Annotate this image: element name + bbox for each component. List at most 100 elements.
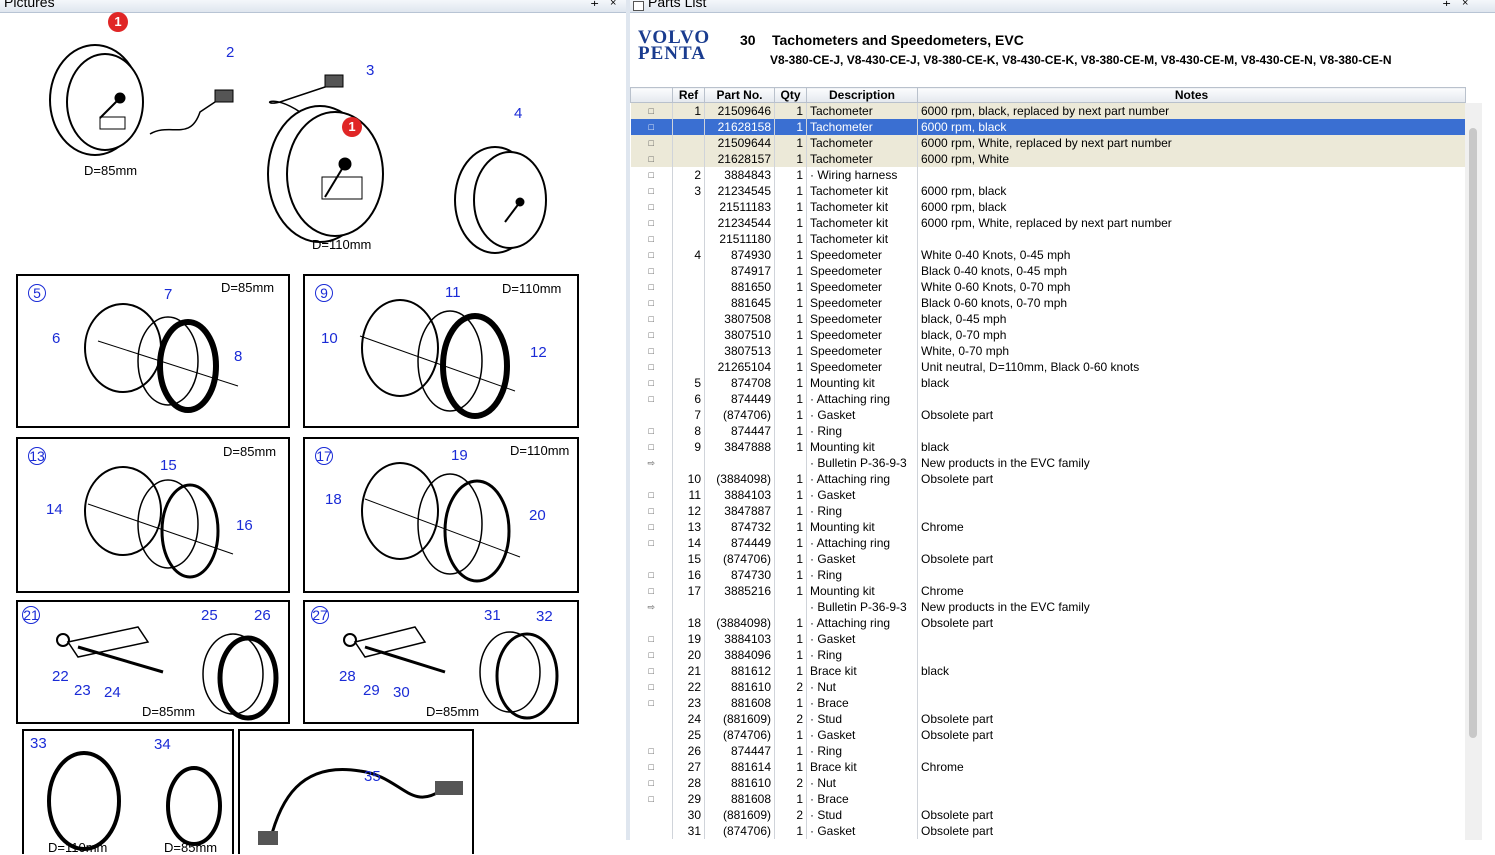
mark-icon[interactable]: □ (630, 535, 673, 551)
mark-icon[interactable]: □ (630, 791, 673, 807)
mark-icon[interactable]: □ (630, 199, 673, 215)
table-row[interactable]: □ 21 881612 1 Brace kit black (630, 663, 1466, 679)
table-row[interactable]: □ 1 21509646 1 Tachometer 6000 rpm, black, re… (630, 102, 1466, 119)
table-row[interactable]: □ 27 881614 1 Brace kit Chrome (630, 759, 1466, 775)
table-row[interactable]: 10 (3884098) 1 · Attaching ring Obsolete par… (630, 471, 1466, 487)
mark-icon[interactable]: □ (630, 359, 673, 375)
mark-icon[interactable]: □ (630, 775, 673, 791)
mark-icon[interactable]: □ (630, 263, 673, 279)
table-row[interactable]: 7 (874706) 1 · Gasket Obsolete part (630, 407, 1466, 423)
table-row[interactable]: □ 21265104 1 Speedometer Unit neutral, D=110… (630, 359, 1466, 375)
mark-icon[interactable]: □ (630, 503, 673, 519)
scrollbar-thumb[interactable] (1469, 128, 1477, 738)
table-row[interactable]: □ 881645 1 Speedometer Black 0-60 knots, 0-7… (630, 295, 1466, 311)
column-header-mark[interactable] (630, 87, 673, 103)
table-row[interactable]: □ 16 874730 1 · Ring (630, 567, 1466, 583)
mark-icon[interactable]: □ (630, 327, 673, 343)
table-row[interactable]: □ 21511180 1 Tachometer kit (630, 231, 1466, 247)
table-row[interactable]: 24 (881609) 2 · Stud Obsolete part (630, 711, 1466, 727)
mark-icon[interactable]: □ (630, 679, 673, 695)
table-row[interactable]: □ 874917 1 Speedometer Black 0-40 knots, 0-4… (630, 263, 1466, 279)
table-row[interactable]: □ 11 3884103 1 · Gasket (630, 487, 1466, 503)
mark-icon[interactable]: □ (630, 423, 673, 439)
table-row[interactable]: □ 3807508 1 Speedometer black, 0-45 mph (630, 311, 1466, 327)
table-row[interactable]: □ 23 881608 1 · Brace (630, 695, 1466, 711)
table-row[interactable]: □ 14 874449 1 · Attaching ring (630, 535, 1466, 551)
table-row[interactable]: □ 6 874449 1 · Attaching ring (630, 391, 1466, 407)
mark-icon[interactable]: □ (630, 391, 673, 407)
mark-icon[interactable] (630, 551, 673, 567)
table-row[interactable]: □ 19 3884103 1 · Gasket (630, 631, 1466, 647)
mark-icon[interactable]: □ (630, 311, 673, 327)
mark-icon[interactable]: □ (630, 583, 673, 599)
mark-icon[interactable]: □ (630, 215, 673, 231)
pin-icon[interactable]: ∓ (590, 0, 599, 9)
table-row[interactable]: □ 2 3884843 1 · Wiring harness (630, 167, 1466, 183)
table-row[interactable]: □ 5 874708 1 Mounting kit black (630, 375, 1466, 391)
column-header-ref[interactable]: Ref (672, 87, 705, 103)
mark-icon[interactable]: □ (630, 295, 673, 311)
mark-icon[interactable]: □ (630, 567, 673, 583)
table-row[interactable]: □ 20 3884096 1 · Ring (630, 647, 1466, 663)
mark-icon[interactable] (630, 807, 673, 823)
mark-icon[interactable]: □ (630, 167, 673, 183)
table-row[interactable]: □ 21628157 1 Tachometer 6000 rpm, White (630, 151, 1466, 167)
column-header-description[interactable]: Description (806, 87, 918, 103)
table-row[interactable]: □ 17 3885216 1 Mounting kit Chrome (630, 583, 1466, 599)
mark-icon[interactable]: □ (630, 151, 673, 167)
table-row[interactable]: □ 26 874447 1 · Ring (630, 743, 1466, 759)
mark-icon[interactable]: □ (630, 119, 673, 135)
table-row[interactable]: □ 3 21234545 1 Tachometer kit 6000 rpm, black (630, 183, 1466, 199)
table-row[interactable]: □ 4 874930 1 Speedometer White 0-40 Knots, 0-… (630, 247, 1466, 263)
mark-icon[interactable] (630, 615, 673, 631)
table-row[interactable]: □ 3807510 1 Speedometer black, 0-70 mph (630, 327, 1466, 343)
table-row[interactable]: □ 9 3847888 1 Mounting kit black (630, 439, 1466, 455)
table-row[interactable]: ⇨ · Bulletin P-36-9-3 New products in the … (630, 455, 1466, 471)
table-row[interactable]: □ 21628158 1 Tachometer 6000 rpm, black (630, 119, 1466, 135)
table-row[interactable]: ⇨ · Bulletin P-36-9-3 New products in the … (630, 599, 1466, 615)
mark-icon[interactable] (630, 711, 673, 727)
mark-icon[interactable] (630, 727, 673, 743)
table-row[interactable]: □ 21509644 1 Tachometer 6000 rpm, White, rep… (630, 135, 1466, 151)
table-row[interactable]: 15 (874706) 1 · Gasket Obsolete part (630, 551, 1466, 567)
mark-icon[interactable]: □ (630, 231, 673, 247)
mark-icon[interactable]: ⇨ (630, 599, 673, 615)
mark-icon[interactable] (630, 471, 673, 487)
mark-icon[interactable] (630, 823, 673, 839)
mark-icon[interactable]: ⇨ (630, 455, 673, 471)
mark-icon[interactable]: □ (630, 439, 673, 455)
table-row[interactable]: 31 (874706) 1 · Gasket Obsolete part (630, 823, 1466, 839)
table-row[interactable]: 30 (881609) 2 · Stud Obsolete part (630, 807, 1466, 823)
table-row[interactable]: □ 28 881610 2 · Nut (630, 775, 1466, 791)
vertical-scrollbar[interactable] (1465, 103, 1482, 840)
table-row[interactable]: □ 8 874447 1 · Ring (630, 423, 1466, 439)
mark-icon[interactable]: □ (630, 375, 673, 391)
mark-icon[interactable]: □ (630, 135, 673, 151)
mark-icon[interactable]: □ (630, 647, 673, 663)
mark-icon[interactable]: □ (630, 183, 673, 199)
mark-icon[interactable]: □ (630, 343, 673, 359)
table-row[interactable]: □ 3807513 1 Speedometer White, 0-70 mph (630, 343, 1466, 359)
table-row[interactable]: □ 21511183 1 Tachometer kit 6000 rpm, black (630, 199, 1466, 215)
table-row[interactable]: □ 12 3847887 1 · Ring (630, 503, 1466, 519)
mark-icon[interactable]: □ (630, 102, 673, 119)
mark-icon[interactable]: □ (630, 663, 673, 679)
column-header-qty[interactable]: Qty (774, 87, 807, 103)
column-header-notes[interactable]: Notes (917, 87, 1466, 103)
table-row[interactable]: □ 22 881610 2 · Nut (630, 679, 1466, 695)
mark-icon[interactable]: □ (630, 743, 673, 759)
table-row[interactable]: □ 881650 1 Speedometer White 0-60 Knots, 0-7… (630, 279, 1466, 295)
mark-icon[interactable]: □ (630, 759, 673, 775)
table-row[interactable]: □ 13 874732 1 Mounting kit Chrome (630, 519, 1466, 535)
pin-icon[interactable]: ∓ (1442, 0, 1451, 9)
table-row[interactable]: □ 29 881608 1 · Brace (630, 791, 1466, 807)
mark-icon[interactable]: □ (630, 695, 673, 711)
mark-icon[interactable]: □ (630, 487, 673, 503)
table-row[interactable]: □ 21234544 1 Tachometer kit 6000 rpm, White,… (630, 215, 1466, 231)
mark-icon[interactable]: □ (630, 631, 673, 647)
mark-icon[interactable]: □ (630, 247, 673, 263)
table-row[interactable]: 18 (3884098) 1 · Attaching ring Obsolete par… (630, 615, 1466, 631)
column-header-part[interactable]: Part No. (704, 87, 775, 103)
mark-icon[interactable] (630, 407, 673, 423)
table-row[interactable]: 25 (874706) 1 · Gasket Obsolete part (630, 727, 1466, 743)
